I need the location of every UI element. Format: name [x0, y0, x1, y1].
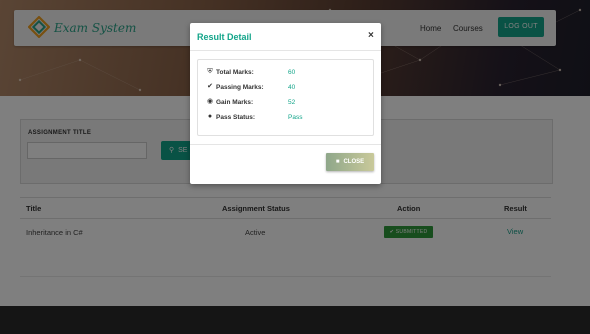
- lock-icon: ■: [335, 159, 340, 165]
- modal-header-divider: [190, 50, 381, 51]
- passing-marks-label: Passing Marks:: [216, 84, 264, 91]
- check-icon: ✔: [207, 83, 213, 90]
- modal-close-x-button[interactable]: ×: [368, 30, 374, 41]
- shield-icon: ⛨: [207, 68, 213, 75]
- user-icon: ●: [207, 113, 213, 120]
- total-marks-value: 60: [288, 69, 296, 76]
- result-details-box: ⛨ Total Marks: 60 ✔ Passing Marks: 40 ◉ …: [197, 59, 374, 136]
- gain-marks-value: 52: [288, 99, 296, 106]
- modal-footer-divider: [190, 144, 381, 145]
- passing-marks-value: 40: [288, 84, 296, 91]
- close-button[interactable]: ■ CLOSE: [326, 153, 374, 171]
- pass-status-value: Pass: [288, 114, 303, 121]
- total-marks-label: Total Marks:: [216, 69, 254, 76]
- page: Exam System Home Courses LOG OUT ASSIGNM…: [0, 0, 590, 334]
- close-button-label: CLOSE: [343, 159, 365, 165]
- result-detail-modal: Result Detail × ⛨ Total Marks: 60 ✔ Pass…: [190, 23, 381, 184]
- modal-title: Result Detail: [197, 32, 252, 42]
- pass-status-label: Pass Status:: [216, 114, 256, 121]
- pin-icon: ◉: [206, 98, 214, 105]
- gain-marks-label: Gain Marks:: [216, 99, 254, 106]
